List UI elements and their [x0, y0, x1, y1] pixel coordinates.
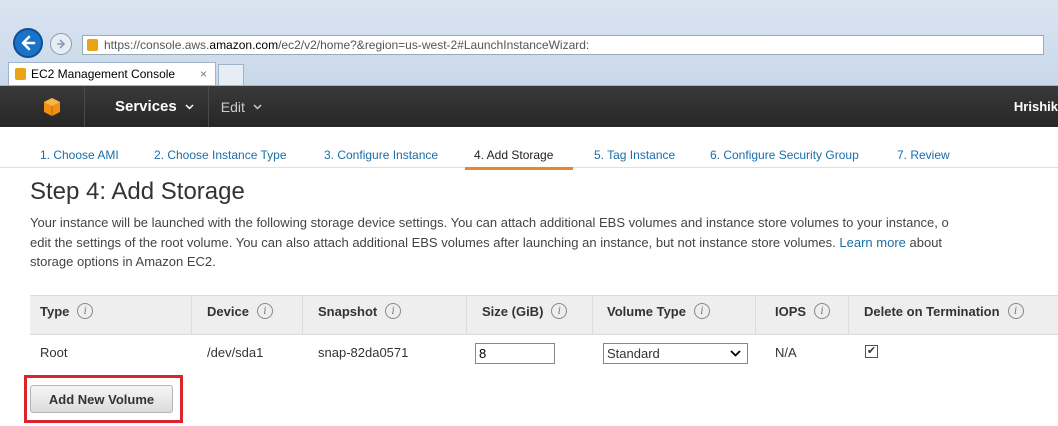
forward-button[interactable]	[50, 33, 72, 55]
column-header-label: Device	[207, 303, 249, 319]
address-bar[interactable]: https://console.aws. amazon.com/ec2/v2/ho…	[82, 35, 1044, 55]
step-tag-instance[interactable]: 5. Tag Instance	[594, 148, 675, 162]
volume-type-value: Standard	[607, 346, 660, 361]
description-line: edit the settings of the root volume. Yo…	[30, 233, 1058, 253]
step-choose-instance-type[interactable]: 2. Choose Instance Type	[154, 148, 287, 162]
check-icon: ✔	[866, 345, 877, 357]
arrow-left-icon	[21, 35, 36, 51]
column-header-volume-type[interactable]: Volume Type i	[607, 303, 710, 319]
user-menu[interactable]: Hrishik	[1014, 99, 1058, 114]
description-text: edit the settings of the root volume. Yo…	[30, 234, 836, 250]
browser-tab[interactable]: EC2 Management Console ×	[8, 62, 216, 85]
column-divider	[466, 296, 467, 334]
active-step-indicator	[465, 167, 573, 170]
column-divider	[848, 296, 849, 334]
services-label: Services	[115, 98, 177, 115]
info-icon[interactable]: i	[1007, 303, 1024, 319]
column-header-label: Snapshot	[318, 303, 378, 319]
back-button[interactable]	[13, 28, 43, 58]
page-title: Step 4: Add Storage	[30, 178, 245, 205]
column-header-label: Volume Type	[607, 303, 686, 319]
column-header-device[interactable]: Device i	[207, 303, 273, 319]
edit-label: Edit	[220, 98, 245, 115]
arrow-right-icon	[57, 39, 66, 49]
column-header-label: IOPS	[775, 303, 807, 319]
aws-cube-logo-icon[interactable]	[42, 97, 62, 117]
aws-console-header: Services Edit Hrishik	[0, 86, 1058, 127]
chevron-down-icon	[730, 350, 741, 357]
chevron-down-icon	[185, 103, 194, 110]
column-header-size[interactable]: Size (GiB) i	[482, 303, 568, 319]
description-line: Your instance will be launched with the …	[30, 215, 949, 230]
info-icon[interactable]: i	[77, 303, 94, 319]
add-new-volume-button[interactable]: Add New Volume	[30, 385, 173, 413]
aws-favicon-icon	[15, 68, 26, 80]
description-line: storage options in Amazon EC2.	[30, 254, 216, 269]
url-prefix: https://console.aws.	[104, 38, 210, 52]
column-header-label: Type	[40, 303, 70, 319]
column-header-label: Delete on Termination	[864, 303, 1000, 319]
info-icon[interactable]: i	[385, 303, 402, 319]
info-icon[interactable]: i	[814, 303, 831, 319]
volume-type-select[interactable]: Standard	[603, 343, 748, 364]
size-input[interactable]	[475, 343, 555, 364]
header-divider	[207, 86, 209, 127]
column-divider	[592, 296, 593, 334]
column-header-delete-on-termination[interactable]: Delete on Termination i	[864, 303, 1024, 319]
column-header-label: Size (GiB)	[482, 303, 544, 319]
cell-snapshot: snap-82da0571	[318, 345, 409, 360]
url-path: /ec2/v2/home?&region=us-west-2#LaunchIns…	[278, 38, 590, 52]
step-choose-ami[interactable]: 1. Choose AMI	[40, 148, 119, 162]
column-divider	[755, 296, 756, 334]
column-header-type[interactable]: Type i	[40, 303, 94, 319]
lock-icon	[87, 39, 98, 51]
column-divider	[302, 296, 303, 334]
step-review[interactable]: 7. Review	[897, 148, 950, 162]
cell-iops: N/A	[775, 345, 797, 360]
cell-type: Root	[40, 345, 68, 360]
step-configure-security-group[interactable]: 6. Configure Security Group	[710, 148, 859, 162]
step-add-storage[interactable]: 4. Add Storage	[474, 148, 553, 162]
description-text: about	[909, 234, 943, 250]
step-configure-instance[interactable]: 3. Configure Instance	[324, 148, 438, 162]
chevron-down-icon	[253, 103, 262, 110]
column-header-snapshot[interactable]: Snapshot i	[318, 303, 402, 319]
learn-more-link[interactable]: Learn more	[839, 235, 905, 250]
header-divider	[84, 86, 85, 127]
column-header-iops[interactable]: IOPS i	[775, 303, 831, 319]
info-icon[interactable]: i	[551, 303, 568, 319]
column-divider	[191, 296, 192, 334]
tab-title: EC2 Management Console	[31, 67, 176, 81]
cell-device: /dev/sda1	[207, 345, 264, 360]
url-domain: amazon.com	[209, 38, 279, 52]
delete-on-termination-checkbox[interactable]: ✔	[865, 345, 878, 358]
info-icon[interactable]: i	[693, 303, 710, 319]
info-icon[interactable]: i	[256, 303, 273, 319]
close-icon[interactable]: ×	[200, 67, 207, 81]
edit-menu[interactable]: Edit	[221, 99, 262, 115]
services-menu[interactable]: Services	[115, 98, 194, 115]
new-tab-button[interactable]	[218, 64, 244, 85]
page-description: Your instance will be launched with the …	[30, 213, 1058, 272]
